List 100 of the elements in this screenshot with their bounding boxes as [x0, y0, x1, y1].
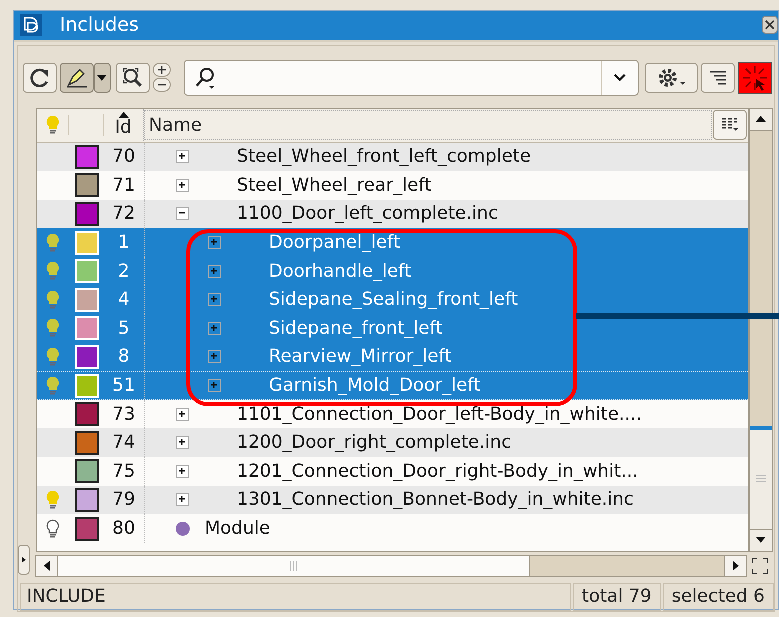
id-text: 70	[112, 146, 136, 168]
expand-toggle-icon[interactable]	[208, 293, 221, 306]
grip-icon	[290, 560, 298, 570]
selected-count: selected 6	[662, 582, 774, 610]
chevron-down-icon	[614, 74, 626, 82]
id-text: 1	[118, 232, 130, 254]
scroll-right-icon[interactable]	[732, 560, 738, 570]
tree-row[interactable]: 4 Sidepane_Sealing_front_left	[37, 285, 748, 314]
expand-toggle-icon[interactable]	[208, 379, 221, 392]
expand-toggle-icon[interactable]	[208, 350, 221, 364]
resize-grip-icon[interactable]	[751, 556, 769, 574]
item-name: Steel_Wheel_front_left_complete	[237, 145, 532, 170]
color-swatch[interactable]	[74, 459, 98, 484]
id-text: 71	[112, 174, 136, 196]
lightbulb-icon[interactable]	[46, 232, 60, 253]
lightbulb-icon[interactable]	[46, 376, 60, 396]
total-count: total 79	[573, 582, 661, 610]
zoom-out-button[interactable]	[153, 78, 172, 92]
item-name: 1200_Door_right_complete.inc	[237, 431, 512, 456]
side-collapse-button[interactable]	[18, 544, 30, 574]
expand-toggle-icon[interactable]	[208, 264, 221, 278]
id-text: 72	[112, 203, 136, 224]
expand-toggle-icon[interactable]	[208, 322, 221, 335]
dropdown-button[interactable]	[94, 62, 112, 92]
expand-toggle-icon[interactable]	[208, 236, 221, 250]
grip-icon	[756, 475, 766, 483]
list-button[interactable]	[701, 62, 736, 92]
id-text: 75	[112, 460, 136, 482]
item-name: Module	[205, 517, 270, 542]
refresh-icon	[28, 66, 51, 88]
app-logo-icon	[20, 14, 42, 36]
status-text: INCLUDE	[20, 582, 572, 610]
item-name: Doorhandle_left	[269, 260, 412, 284]
id-text: 2	[118, 260, 130, 282]
item-name: 1201_Connection_Door_right-Body_in_whit...	[237, 460, 638, 484]
tree-row[interactable]: 5 Sidepane_front_left	[37, 314, 748, 343]
expand-toggle-icon[interactable]	[176, 493, 189, 506]
expand-toggle-icon[interactable]	[176, 436, 189, 450]
scroll-down-icon[interactable]	[756, 537, 766, 543]
highlighter-icon	[66, 68, 88, 88]
settings-button[interactable]	[644, 62, 698, 92]
item-name: 1101_Connection_Door_left-Body_in_white....	[237, 402, 642, 427]
column-header[interactable]: Name	[144, 110, 712, 140]
vertical-scrollbar[interactable]	[749, 108, 773, 552]
scroll-up-icon[interactable]	[756, 116, 766, 122]
zoom-in-button[interactable]	[153, 63, 172, 77]
item-name: Steel_Wheel_rear_left	[237, 174, 432, 198]
horizontal-scrollbar[interactable]	[35, 554, 747, 576]
item-name: Rearview_Mirror_left	[269, 345, 452, 370]
tree-row[interactable]: 51 Garnish_Mold_Door_left	[37, 371, 748, 400]
color-swatch[interactable]	[74, 144, 98, 169]
tree-row[interactable]: 72 1100_Door_left_complete.inc	[37, 200, 748, 228]
plus-icon	[158, 66, 166, 74]
color-swatch[interactable]	[74, 402, 98, 426]
color-swatch[interactable]	[74, 202, 98, 226]
lightbulb-icon[interactable]	[46, 290, 60, 310]
tree-row[interactable]: 74 1200_Door_right_complete.inc	[37, 428, 748, 458]
lines-icon	[709, 70, 728, 84]
search-field[interactable]	[184, 60, 639, 96]
columns-icon	[721, 118, 739, 132]
lightbulb-icon[interactable]	[46, 318, 60, 338]
color-swatch[interactable]	[74, 516, 98, 541]
zoom-fit-icon	[122, 66, 144, 88]
lightbulb-icon[interactable]	[46, 490, 60, 510]
tree-row[interactable]: 1 Doorpanel_left	[37, 228, 748, 257]
id-text: 80	[112, 518, 136, 540]
highlight-button[interactable]	[60, 62, 94, 92]
expand-toggle-icon[interactable]	[176, 178, 189, 192]
color-swatch[interactable]	[74, 430, 98, 455]
lightbulb-icon[interactable]	[46, 346, 60, 367]
caret-right-icon	[22, 556, 26, 562]
tree-row[interactable]: 70 Steel_Wheel_front_left_complete	[37, 142, 748, 172]
close-button[interactable]	[762, 16, 778, 34]
tree-row[interactable]: 2 Doorhandle_left	[37, 256, 748, 286]
expand-toggle-icon[interactable]	[176, 408, 189, 421]
scroll-left-icon[interactable]	[44, 560, 50, 570]
item-name: 1100_Door_left_complete.inc	[237, 202, 498, 226]
column-header[interactable]: Id	[104, 109, 144, 141]
id-text: 74	[112, 432, 136, 454]
expand-toggle-icon[interactable]	[176, 150, 189, 164]
collapse-toggle-icon[interactable]	[176, 207, 189, 220]
id-text: 79	[112, 489, 136, 510]
lightbulb-outline-icon[interactable]	[46, 518, 60, 539]
lightbulb-icon[interactable]	[46, 261, 60, 282]
tree-row[interactable]: 79 1301_Connection_Bonnet-Body_in_white.inc	[37, 486, 748, 514]
zoom-fit-button[interactable]	[116, 62, 150, 92]
item-name: 1301_Connection_Bonnet-Body_in_white.inc	[237, 488, 634, 512]
refresh-button[interactable]	[23, 62, 57, 92]
id-text: 4	[118, 289, 130, 310]
color-swatch[interactable]	[74, 488, 98, 512]
color-swatch[interactable]	[74, 173, 98, 198]
item-name: Sidepane_Sealing_front_left	[269, 288, 518, 312]
pick-button[interactable]	[738, 62, 772, 94]
sort-arrow-icon	[118, 112, 128, 118]
tree-row[interactable]: 8 Rearview_Mirror_left	[37, 342, 748, 372]
column-chooser-button[interactable]	[713, 110, 747, 140]
close-icon	[765, 20, 775, 30]
caret-icon	[97, 74, 108, 80]
expand-toggle-icon[interactable]	[176, 464, 189, 478]
item-name: Garnish_Mold_Door_left	[269, 374, 481, 398]
